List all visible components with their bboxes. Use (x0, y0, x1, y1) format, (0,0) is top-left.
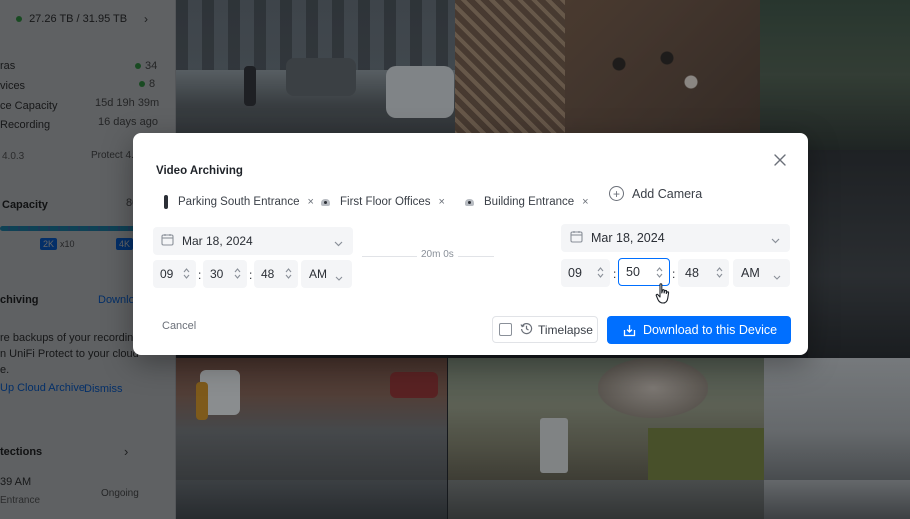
add-camera-button[interactable]: + Add Camera (609, 186, 702, 201)
camera-dome-icon (321, 198, 330, 206)
end-minute-value: 50 (626, 265, 640, 279)
end-second-value: 48 (685, 266, 699, 280)
end-date-picker[interactable]: Mar 18, 2024 (561, 224, 790, 252)
duration-label: 20m 0s (417, 249, 458, 260)
camera-chip: Building Entrance × (465, 191, 589, 213)
remove-camera-icon[interactable]: × (439, 196, 445, 208)
close-icon[interactable] (773, 153, 787, 167)
camera-dome-icon (465, 198, 474, 206)
download-label: Download to this Device (643, 323, 778, 337)
start-minute-value: 30 (210, 267, 224, 281)
stepper-arrows-icon[interactable] (597, 266, 604, 282)
dialog-title: Video Archiving (156, 165, 243, 177)
end-second-stepper[interactable]: 48 (678, 259, 729, 287)
end-ampm-select[interactable]: AM (733, 259, 790, 287)
start-second-stepper[interactable]: 48 (254, 260, 298, 288)
plus-icon: + (609, 186, 624, 201)
stepper-arrows-icon[interactable] (285, 267, 292, 283)
history-icon (520, 322, 533, 338)
camera-chip: Parking South Entrance × (164, 191, 314, 213)
chevron-down-icon (773, 269, 781, 283)
camera-bullet-icon (164, 195, 168, 209)
start-minute-stepper[interactable]: 30 (203, 260, 247, 288)
time-separator: : (198, 268, 202, 282)
cancel-button[interactable]: Cancel (162, 320, 196, 332)
camera-chip-label: First Floor Offices (340, 196, 431, 208)
chevron-down-icon (771, 233, 780, 247)
remove-camera-icon[interactable]: × (582, 196, 588, 208)
time-separator: : (672, 267, 676, 281)
video-archiving-dialog: Video Archiving Parking South Entrance ×… (133, 133, 808, 355)
end-date-value: Mar 18, 2024 (591, 231, 665, 245)
stepper-arrows-icon[interactable] (656, 266, 663, 282)
download-button[interactable]: Download to this Device (607, 316, 791, 344)
camera-chip: First Floor Offices × (321, 191, 445, 213)
chevron-down-icon (335, 270, 343, 284)
calendar-icon (161, 233, 174, 249)
start-ampm-select[interactable]: AM (301, 260, 352, 288)
start-date-picker[interactable]: Mar 18, 2024 (153, 227, 353, 255)
camera-chip-label: Parking South Entrance (178, 196, 300, 208)
stepper-arrows-icon[interactable] (183, 267, 190, 283)
calendar-icon (570, 230, 583, 246)
add-camera-label: Add Camera (632, 186, 703, 201)
timelapse-label: Timelapse (538, 322, 593, 337)
time-separator: : (613, 267, 617, 281)
start-second-value: 48 (261, 267, 275, 281)
chevron-down-icon (334, 236, 343, 250)
camera-chip-label: Building Entrance (484, 196, 575, 208)
remove-camera-icon[interactable]: × (307, 196, 313, 208)
end-hour-value: 09 (568, 266, 582, 280)
start-hour-stepper[interactable]: 09 (153, 260, 196, 288)
stepper-arrows-icon[interactable] (234, 267, 241, 283)
timelapse-checkbox[interactable] (499, 323, 512, 336)
download-icon (623, 324, 636, 336)
start-ampm-value: AM (309, 267, 327, 281)
start-hour-value: 09 (160, 267, 174, 281)
time-separator: : (249, 268, 253, 282)
end-hour-stepper[interactable]: 09 (561, 259, 610, 287)
end-ampm-value: AM (741, 266, 760, 280)
stepper-arrows-icon[interactable] (716, 266, 723, 282)
timelapse-option: Timelapse (492, 316, 598, 343)
hand-cursor-icon (654, 282, 674, 311)
start-date-value: Mar 18, 2024 (182, 234, 253, 248)
